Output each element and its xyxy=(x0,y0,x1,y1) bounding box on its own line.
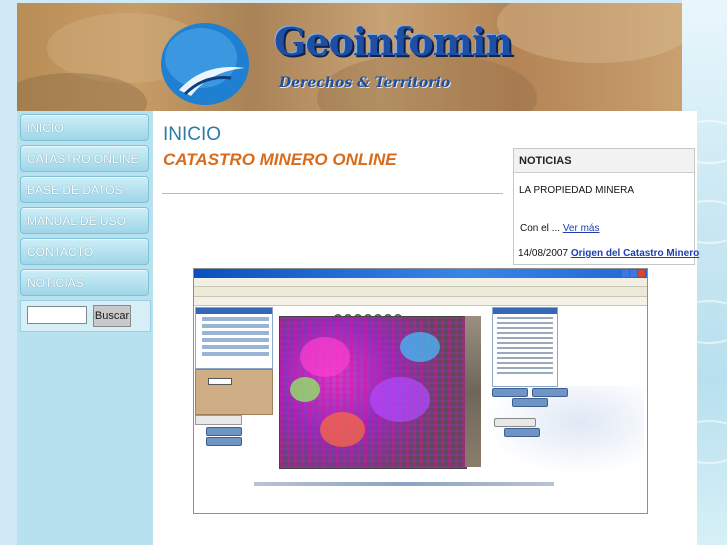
brand-subtitle: Derechos & Territorio xyxy=(279,75,451,91)
main-content: INICIO CATASTRO MINERO ONLINE NOTICIAS L… xyxy=(153,111,699,545)
divider xyxy=(162,193,503,194)
sidebar-item-contacto[interactable]: CONTACTO xyxy=(20,238,149,265)
news-item-title: LA PROPIEDAD MINERA xyxy=(519,185,635,196)
news-item-excerpt-row: Con el ... Ver más xyxy=(520,223,600,234)
window-titlebar xyxy=(194,269,647,278)
news-headline-link[interactable]: Origen del Catastro Minero xyxy=(571,248,699,259)
map-zoom-controls xyxy=(334,307,414,322)
browser-toolbar xyxy=(194,287,647,297)
search-form: Buscar xyxy=(20,300,151,332)
map-terrain xyxy=(465,316,481,467)
sidebar-item-manual-de-uso[interactable]: MANUAL DE USO xyxy=(20,207,149,234)
app-select xyxy=(494,418,536,427)
map-application xyxy=(194,306,647,513)
header-banner: Geoinfomin Derechos & Territorio xyxy=(17,3,682,111)
info-panel xyxy=(492,307,558,387)
browser-menubar xyxy=(194,278,647,287)
news-date-row: 14/08/2007 Origen del Catastro Minero xyxy=(518,248,699,259)
page-subtitle: CATASTRO MINERO ONLINE xyxy=(163,150,397,169)
page-title: INICIO xyxy=(163,124,222,145)
search-button[interactable]: Buscar xyxy=(93,305,131,327)
app-status-bar xyxy=(254,482,554,486)
terrain-texture xyxy=(497,3,682,63)
map-concession-area xyxy=(320,412,365,447)
app-button xyxy=(492,388,528,397)
map-concession-area xyxy=(300,337,350,377)
apply-tab xyxy=(195,415,242,425)
close-icon xyxy=(638,270,645,277)
read-more-link[interactable]: Ver más xyxy=(563,223,600,234)
search-input[interactable] xyxy=(27,306,87,324)
news-item-excerpt: Con el ... xyxy=(520,223,561,234)
brand-title: Geoinfomin xyxy=(274,19,513,64)
minimize-icon xyxy=(622,270,629,277)
sidebar-nav: INICIO CATASTRO ONLINE BASE DE DATOS MAN… xyxy=(17,111,153,545)
map-concession-area xyxy=(400,332,440,362)
app-button xyxy=(512,398,548,407)
map-concession-area xyxy=(370,377,430,422)
app-button xyxy=(532,388,568,397)
news-panel: NOTICIAS LA PROPIEDAD MINERA Con el ... … xyxy=(513,148,699,265)
catastro-app-screenshot xyxy=(193,268,648,514)
app-button xyxy=(206,437,242,446)
map-concession-area xyxy=(290,377,320,402)
news-panel-title: NOTICIAS xyxy=(514,149,694,173)
maximize-icon xyxy=(630,270,637,277)
layer-panel xyxy=(195,307,273,369)
sidebar-item-base-de-datos[interactable]: BASE DE DATOS xyxy=(20,176,149,203)
sidebar-item-catastro-online[interactable]: CATASTRO ONLINE xyxy=(20,145,149,172)
legend-panel xyxy=(195,369,273,415)
sidebar-item-noticias[interactable]: NOTICIAS xyxy=(20,269,149,296)
sidebar-item-inicio[interactable]: INICIO xyxy=(20,114,149,141)
app-button xyxy=(504,428,540,437)
logo-icon xyxy=(161,23,249,105)
news-date: 14/08/2007 xyxy=(518,248,569,259)
cadastre-map xyxy=(279,316,467,469)
browser-tabs xyxy=(194,297,647,306)
app-button xyxy=(206,427,242,436)
